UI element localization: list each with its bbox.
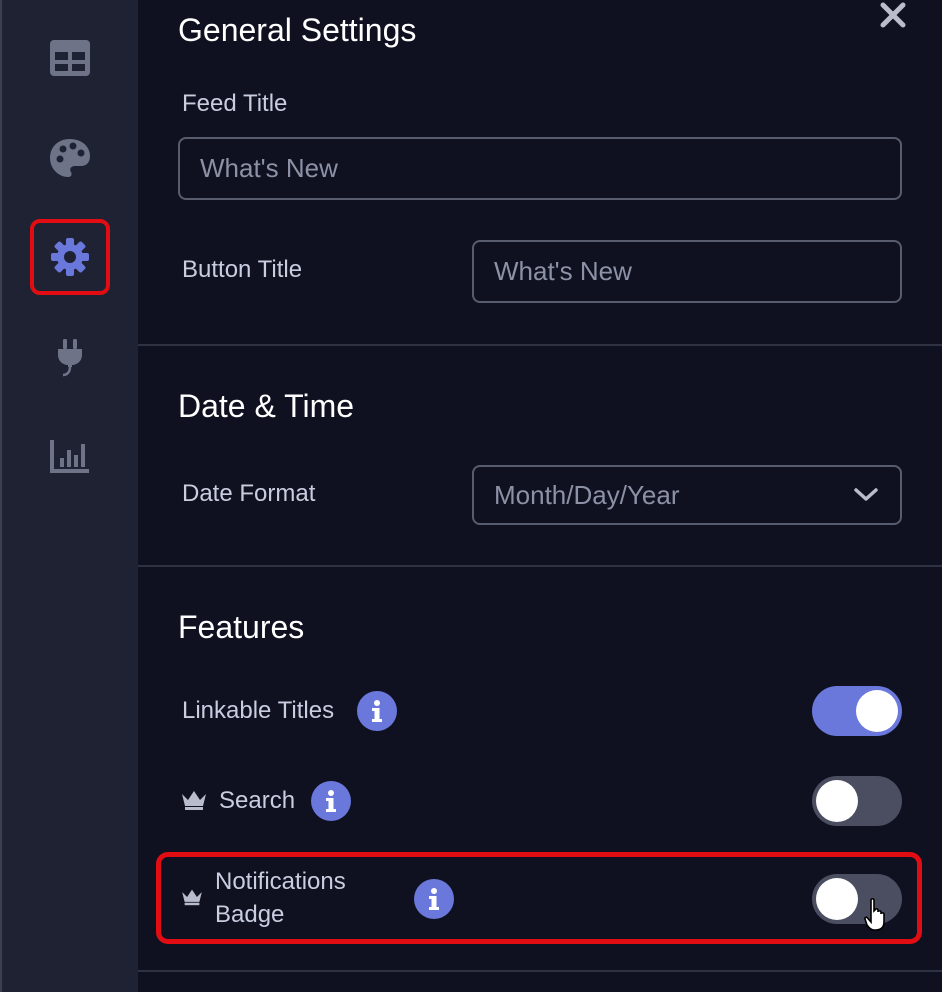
sidebar-item-layout[interactable] [30, 20, 110, 96]
toggle-linkable-titles[interactable] [812, 686, 902, 736]
close-button[interactable] [876, 0, 910, 32]
bar-chart-icon [50, 440, 89, 473]
crown-icon [182, 889, 202, 906]
toggle-knob [856, 690, 898, 732]
settings-panel: General Settings Feed Title Button Title… [138, 0, 942, 992]
feed-title-input[interactable] [178, 137, 902, 200]
section-divider [138, 344, 942, 346]
info-icon[interactable] [414, 879, 454, 919]
section-heading-datetime: Date & Time [178, 388, 355, 424]
close-icon [880, 2, 906, 28]
button-title-label: Button Title [182, 256, 303, 283]
sidebar [0, 0, 138, 992]
toggle-search[interactable] [812, 776, 902, 826]
hand-cursor-icon [864, 898, 885, 931]
sidebar-item-settings[interactable] [30, 219, 110, 295]
section-divider [138, 565, 942, 567]
table-icon [50, 40, 90, 76]
info-icon[interactable] [357, 691, 397, 731]
feature-label-linkable-titles: Linkable Titles [182, 697, 335, 724]
palette-icon [50, 139, 90, 177]
sidebar-item-analytics[interactable] [30, 418, 110, 494]
toggle-notifications-badge[interactable] [812, 874, 902, 924]
button-title-input[interactable] [472, 240, 902, 303]
toggle-knob [816, 878, 858, 920]
crown-icon [182, 791, 206, 810]
feature-label-search: Search [219, 787, 296, 814]
feed-title-label: Feed Title [182, 90, 288, 117]
sidebar-item-appearance[interactable] [30, 120, 110, 196]
toggle-knob [816, 780, 858, 822]
feature-label-notifications-badge: Notifications Badge [215, 868, 346, 928]
section-divider [138, 970, 942, 972]
plug-icon [58, 339, 82, 377]
date-format-label: Date Format [182, 480, 316, 507]
date-format-value: Month/Day/Year [494, 479, 680, 510]
info-icon[interactable] [311, 781, 351, 821]
sidebar-item-integrations[interactable] [30, 320, 110, 396]
gear-icon [51, 238, 89, 276]
date-format-select[interactable]: Month/Day/Year [472, 465, 902, 525]
section-heading-general: General Settings [178, 12, 417, 48]
section-heading-features: Features [178, 609, 305, 645]
chevron-down-icon [854, 488, 878, 501]
